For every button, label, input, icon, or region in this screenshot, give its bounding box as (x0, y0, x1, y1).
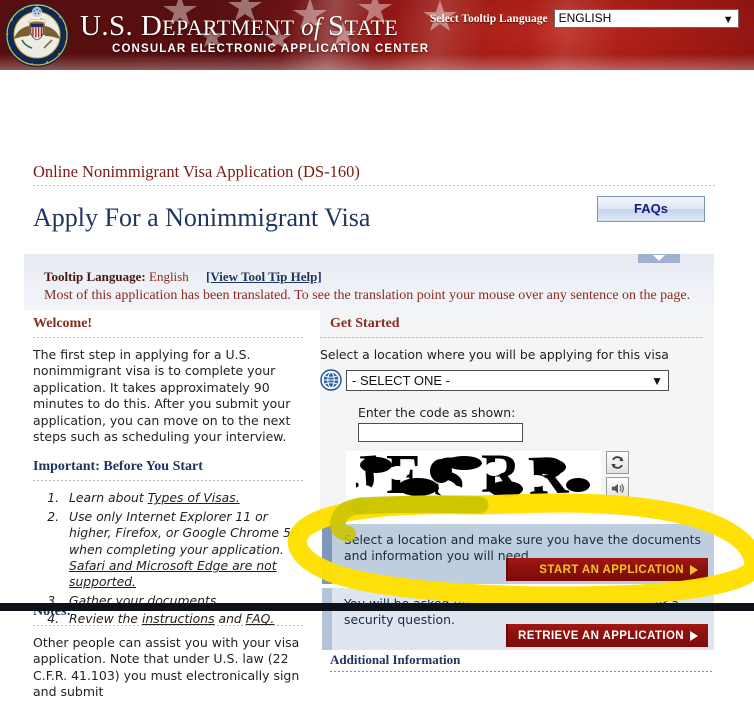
chevron-down-icon: ▼ (651, 373, 663, 388)
bottom-bar (0, 603, 754, 611)
safari-edge-unsupported-link[interactable]: Safari and Microsoft Edge are not suppor… (69, 558, 277, 589)
dept-title-epartment: EPARTMENT (162, 15, 295, 40)
page-title: Apply For a Nonimmigrant Visa (33, 203, 371, 232)
arrow-right-icon (690, 631, 698, 641)
important-heading: Important: Before You Start (33, 459, 203, 475)
start-an-application-label: START AN APPLICATION (539, 563, 684, 576)
site-header-banner: U.S. DEPARTMENT of STATE CONSULAR ELECTR… (0, 0, 754, 70)
dept-title-of: of (294, 14, 328, 41)
breadcrumb-divider (33, 185, 717, 186)
notes-body: Other people can assist you with your vi… (33, 635, 300, 700)
great-seal-icon (5, 3, 69, 67)
retrieve-an-application-label: RETRIEVE AN APPLICATION (518, 629, 684, 642)
location-label: Select a location where you will be appl… (320, 347, 669, 362)
refresh-icon (611, 456, 624, 469)
arrow-right-icon (690, 565, 698, 575)
tooltip-language-current: English (149, 269, 189, 284)
tooltip-language-select[interactable]: ENGLISH ▼ (553, 9, 739, 28)
view-tool-tip-help-link[interactable]: [View Tool Tip Help] (206, 269, 322, 284)
captcha-code-input[interactable] (358, 423, 523, 442)
banner-bottom-fade (0, 54, 754, 70)
chevron-down-icon: ▼ (722, 14, 734, 26)
tooltip-language-line: Tooltip Language: English [View Tool Tip… (44, 269, 322, 285)
retrieve-an-application-button[interactable]: RETRIEVE AN APPLICATION (506, 624, 708, 647)
location-select-row: - SELECT ONE - ▼ (320, 369, 710, 391)
welcome-body: The first step in applying for a U.S. no… (33, 347, 291, 445)
captcha-refresh-button[interactable] (606, 451, 629, 474)
tooltip-translation-message: Most of this application has been transl… (44, 288, 691, 303)
start-application-panel: Select a location and make sure you have… (322, 524, 714, 584)
department-subtitle: CONSULAR ELECTRONIC APPLICATION CENTER (112, 43, 430, 55)
tooltip-language-label: Select Tooltip Language (430, 12, 548, 25)
list-item: Use only Internet Explorer 11 or higher,… (63, 509, 305, 591)
additional-information-divider (330, 671, 714, 672)
dept-title-us: U.S. (80, 10, 141, 42)
welcome-heading: Welcome! (33, 316, 93, 331)
triangle-down-icon (653, 255, 665, 261)
dept-title-tate: TATE (344, 15, 399, 40)
step-2-pre: Use only Internet Explorer 11 or higher,… (69, 508, 299, 557)
left-column: Welcome! The first step in applying for … (33, 316, 305, 630)
step-1-pre: Learn about (69, 490, 148, 506)
dept-title-d: D (140, 10, 163, 42)
tooltip-language-panel: Tooltip Language: English [View Tool Tip… (24, 254, 714, 310)
tooltip-panel-collapse-tab[interactable] (638, 254, 680, 263)
captcha-controls (606, 451, 629, 500)
tooltip-language-control[interactable]: Select Tooltip Language ENGLISH ▼ (430, 9, 739, 28)
location-select-value: - SELECT ONE - (352, 372, 451, 388)
globe-icon (320, 369, 342, 391)
get-started-divider (320, 337, 704, 338)
welcome-divider (33, 337, 305, 338)
faqs-button[interactable]: FAQs (597, 196, 705, 222)
department-title: U.S. DEPARTMENT of STATE (80, 10, 398, 43)
types-of-visas-link[interactable]: Types of Visas. (148, 490, 240, 505)
captcha-row: J F S R R (346, 451, 710, 503)
get-started-heading: Get Started (330, 316, 400, 331)
list-item: Learn about Types of Visas. (63, 490, 305, 506)
location-select[interactable]: - SELECT ONE - ▼ (346, 369, 669, 391)
captcha-image: J F S R R (346, 451, 601, 503)
additional-information-heading: Additional Information (330, 652, 461, 667)
notes-section: Notes: Other people can assist you with … (33, 604, 305, 701)
breadcrumb: Online Nonimmigrant Visa Application (DS… (33, 162, 360, 181)
audio-speaker-icon (611, 483, 624, 494)
tooltip-language-label-static: Tooltip Language: (44, 269, 146, 284)
captcha-audio-button[interactable] (606, 477, 629, 500)
tooltip-language-value: ENGLISH (558, 11, 612, 25)
notes-divider (33, 625, 305, 626)
dept-title-s: S (327, 10, 345, 42)
captcha-code-label: Enter the code as shown: (358, 405, 516, 420)
retrieve-application-panel: You will be asked for your application I… (322, 588, 714, 650)
right-column: Get Started Select a location where you … (320, 316, 710, 503)
start-an-application-button[interactable]: START AN APPLICATION (506, 558, 708, 581)
important-divider (33, 480, 305, 482)
